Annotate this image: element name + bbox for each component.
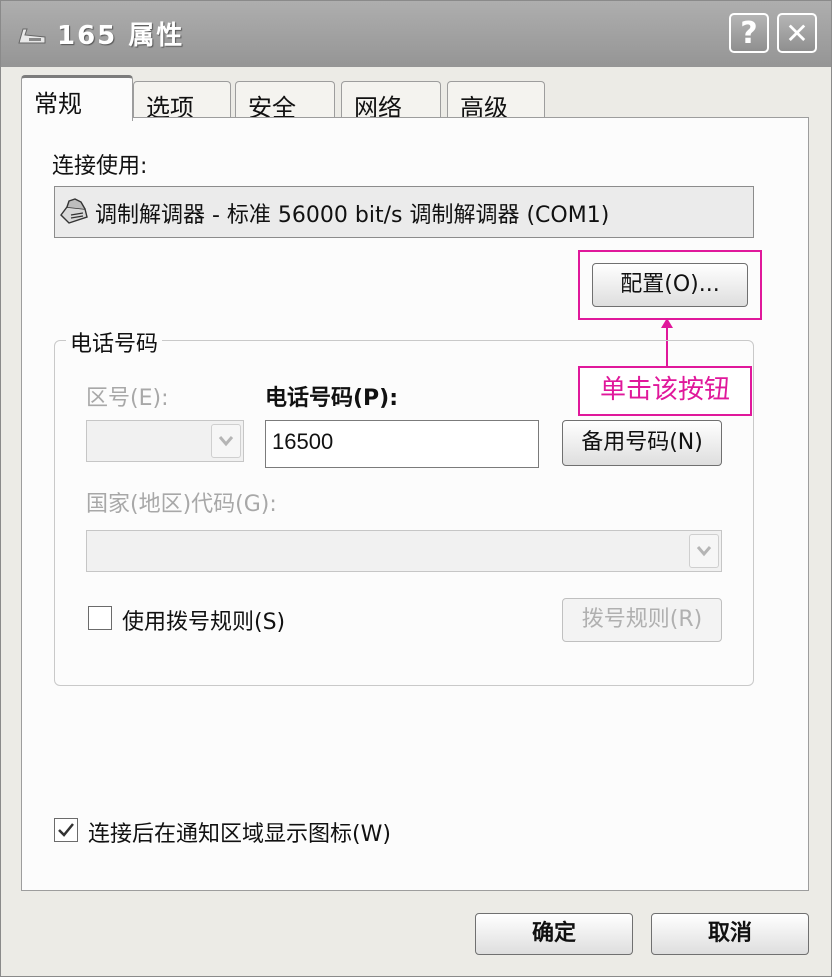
country-code-select[interactable] <box>86 530 722 572</box>
use-dialing-rules-checkbox[interactable] <box>88 606 112 630</box>
modem-icon <box>18 28 46 44</box>
connect-using-label: 连接使用: <box>52 154 148 179</box>
chevron-down-icon[interactable] <box>211 424 241 458</box>
properties-dialog: 165 属性 ? ✕ 常规 选项 安全 网络 高级 连接使用: 调制解调器 - … <box>0 0 832 977</box>
phone-number-label: 电话号码(P): <box>265 386 399 411</box>
modem-device-name: 调制解调器 - 标准 56000 bit/s 调制解调器 (COM1) <box>95 203 610 228</box>
help-button[interactable]: ? <box>729 13 769 53</box>
area-code-select[interactable] <box>86 420 244 462</box>
close-button[interactable]: ✕ <box>777 13 817 53</box>
use-dialing-rules-label: 使用拨号规则(S) <box>122 610 286 635</box>
dialing-rules-button[interactable]: 拨号规则(R) <box>562 598 722 642</box>
tab-general[interactable]: 常规 <box>21 75 133 121</box>
chevron-down-icon[interactable] <box>689 534 719 568</box>
cancel-button[interactable]: 取消 <box>651 913 809 955</box>
tab-network[interactable]: 网络 <box>341 81 441 122</box>
tab-label: 常规 <box>34 90 82 118</box>
area-code-label: 区号(E): <box>86 386 169 411</box>
callout-highlight-frame <box>578 250 762 320</box>
tab-security[interactable]: 安全 <box>235 81 335 122</box>
tab-advanced[interactable]: 高级 <box>447 81 545 122</box>
title-bar[interactable]: 165 属性 ? ✕ <box>1 1 831 67</box>
notify-icon-checkbox[interactable] <box>54 818 78 842</box>
phone-number-input[interactable]: 16500 <box>265 420 539 468</box>
window-title: 165 属性 <box>57 21 185 51</box>
phone-number-group-title: 电话号码 <box>66 326 163 358</box>
tab-options[interactable]: 选项 <box>133 81 231 122</box>
country-code-label: 国家(地区)代码(G): <box>86 492 277 517</box>
notify-icon-label: 连接后在通知区域显示图标(W) <box>88 822 391 847</box>
tab-panel-general: 连接使用: 调制解调器 - 标准 56000 bit/s 调制解调器 (COM1… <box>21 117 809 891</box>
alternates-button[interactable]: 备用号码(N) <box>562 420 722 466</box>
ok-button[interactable]: 确定 <box>475 913 633 955</box>
modem-icon <box>60 198 88 224</box>
checkmark-icon <box>58 823 74 837</box>
modem-device-box[interactable]: 调制解调器 - 标准 56000 bit/s 调制解调器 (COM1) <box>54 186 754 238</box>
